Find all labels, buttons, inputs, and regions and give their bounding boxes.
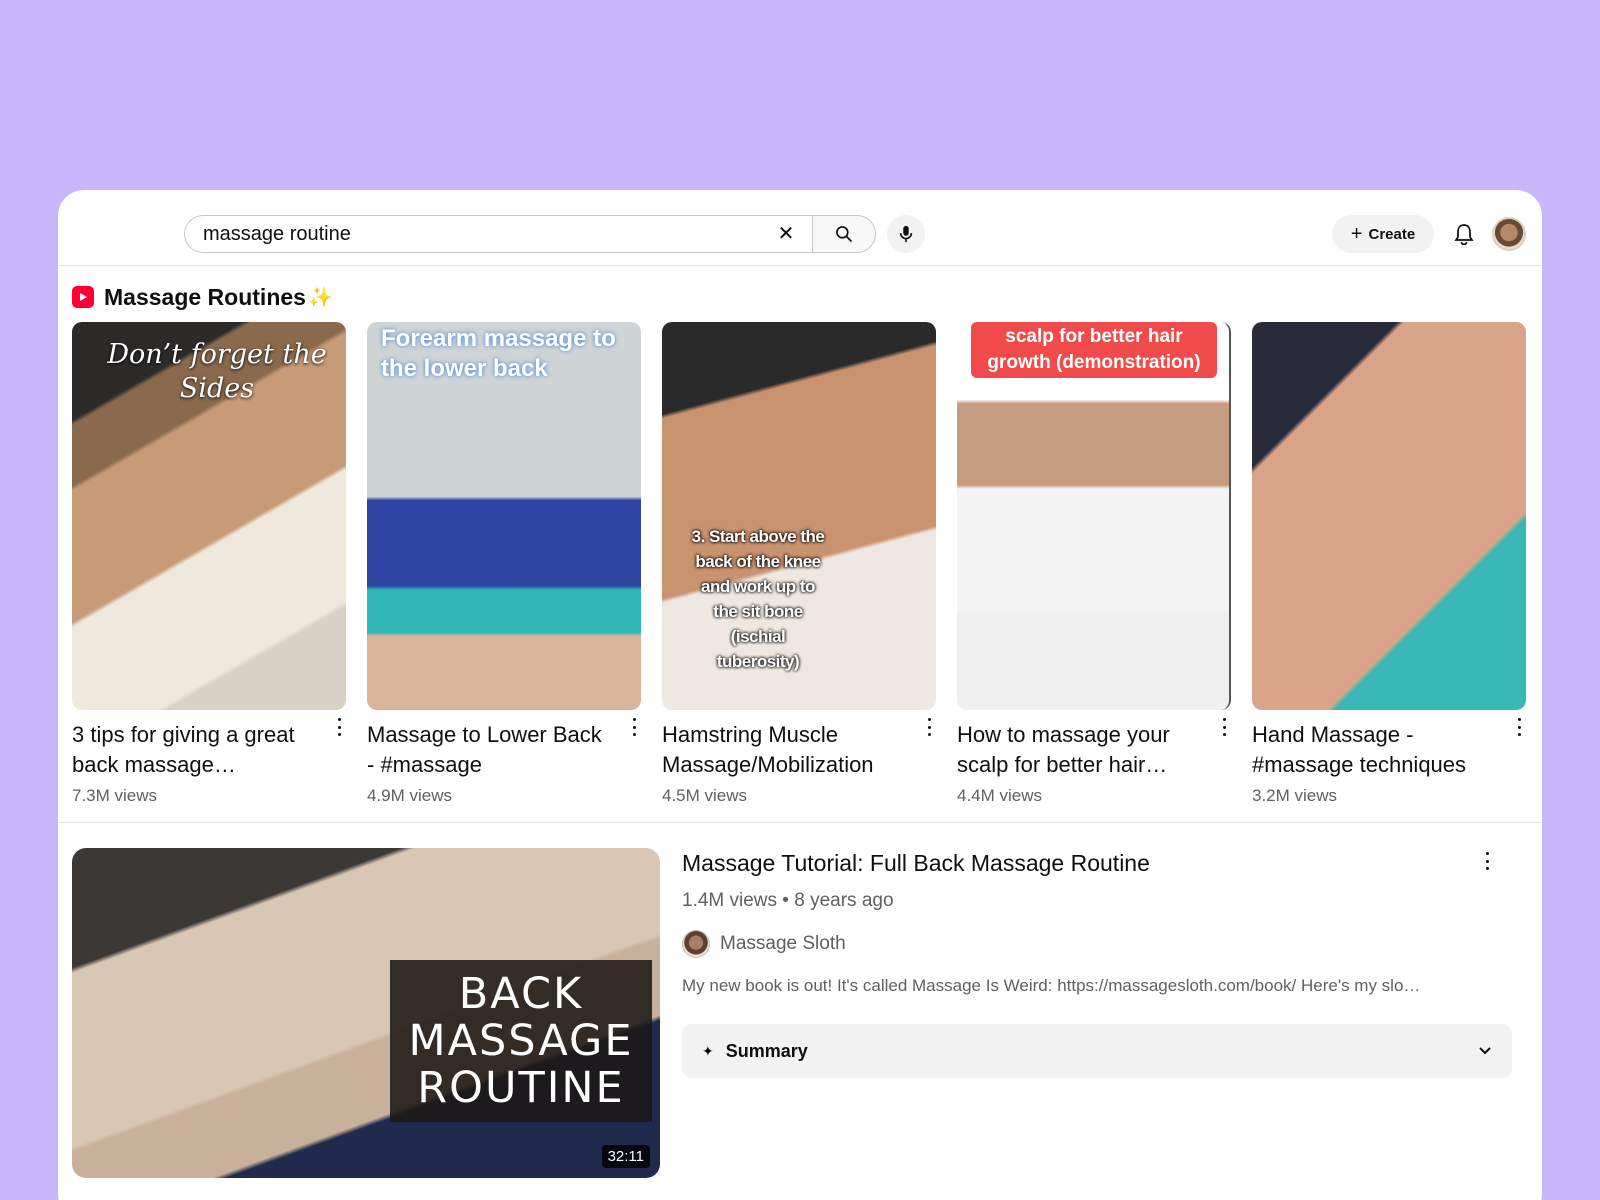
- thumbnail-overlay-text: 3. Start above the back of the knee and …: [691, 527, 825, 671]
- more-options-icon[interactable]: [334, 718, 344, 736]
- search-button[interactable]: [812, 215, 876, 253]
- channel-avatar[interactable]: [682, 930, 710, 958]
- shorts-icon: [72, 286, 94, 308]
- more-options-icon[interactable]: [1219, 718, 1229, 736]
- microphone-icon: [899, 225, 913, 243]
- create-button[interactable]: + Create: [1332, 215, 1434, 253]
- account-avatar[interactable]: [1492, 217, 1526, 251]
- bell-icon: [1454, 224, 1474, 245]
- notifications-button[interactable]: [1448, 218, 1480, 250]
- short-title[interactable]: How to massage your scalp for better hai…: [957, 720, 1203, 780]
- more-options-icon[interactable]: [1482, 852, 1492, 870]
- thumbnail-overlay-text: Forearm massage to the lower back: [381, 325, 616, 382]
- summary-expander[interactable]: ✦ Summary: [682, 1024, 1512, 1078]
- duration-badge: 32:11: [601, 1145, 650, 1168]
- more-options-icon[interactable]: [629, 718, 639, 736]
- short-thumbnail[interactable]: scalp for better hair growth (demonstrat…: [957, 322, 1231, 710]
- chevron-down-icon[interactable]: [1478, 1046, 1492, 1056]
- short-card[interactable]: scalp for better hair growth (demonstrat…: [957, 322, 1231, 806]
- more-options-icon[interactable]: [924, 718, 934, 736]
- short-views: 4.4M views: [957, 786, 1043, 805]
- plus-icon: +: [1350, 223, 1363, 245]
- short-card[interactable]: Forearm massage to the lower back Massag…: [367, 322, 641, 806]
- shelf-header: Massage Routines ✨: [72, 282, 333, 312]
- short-views: 4.9M views: [367, 786, 453, 805]
- thumbnail-title-text: BACK MASSAGE ROUTINE: [390, 960, 652, 1122]
- shelf-title: Massage Routines: [104, 283, 306, 310]
- short-thumbnail[interactable]: [1252, 322, 1526, 710]
- close-icon[interactable]: ✕: [774, 222, 798, 246]
- top-bar: ✕ + Create: [58, 190, 1542, 266]
- search-input[interactable]: [203, 222, 743, 246]
- browser-window: ✕ + Create Mas: [58, 190, 1542, 1200]
- more-options-icon[interactable]: [1514, 718, 1524, 736]
- short-title[interactable]: 3 tips for giving a great back massage…: [72, 720, 318, 780]
- thumbnail-overlay-text: Don’t forget the Sides: [107, 339, 327, 404]
- create-label: Create: [1368, 225, 1416, 243]
- shorts-row: Don’t forget the Sides 3 tips for giving…: [72, 322, 1528, 812]
- section-divider: [58, 822, 1542, 823]
- short-title[interactable]: Hand Massage - #massage techniques: [1252, 720, 1498, 780]
- thumbnail-overlay-text: scalp for better hair growth (demonstrat…: [971, 322, 1217, 378]
- short-title[interactable]: Massage to Lower Back - #massage: [367, 720, 613, 780]
- summary-label: Summary: [725, 1040, 808, 1061]
- channel-name[interactable]: Massage Sloth: [720, 933, 846, 955]
- voice-search-button[interactable]: [887, 215, 925, 253]
- short-title[interactable]: Hamstring Muscle Massage/Mobilization: [662, 720, 908, 780]
- channel-row[interactable]: Massage Sloth: [682, 930, 846, 958]
- search-box[interactable]: ✕: [184, 215, 812, 253]
- video-title[interactable]: Massage Tutorial: Full Back Massage Rout…: [682, 848, 1150, 878]
- short-views: 3.2M views: [1252, 786, 1338, 805]
- short-card[interactable]: Hand Massage - #massage techniques 3.2M …: [1252, 322, 1526, 806]
- short-card[interactable]: 3. Start above the back of the knee and …: [662, 322, 936, 806]
- search-icon: [836, 226, 853, 243]
- short-thumbnail[interactable]: Don’t forget the Sides: [72, 322, 346, 710]
- video-meta: 1.4M views • 8 years ago: [682, 890, 894, 911]
- video-description: My new book is out! It's called Massage …: [682, 976, 1421, 995]
- short-thumbnail[interactable]: 3. Start above the back of the knee and …: [662, 322, 936, 710]
- sparkle-icon: ✨: [307, 286, 333, 309]
- short-thumbnail[interactable]: Forearm massage to the lower back: [367, 322, 641, 710]
- short-views: 4.5M views: [662, 786, 748, 805]
- sparkle-icon: ✦: [702, 1042, 714, 1059]
- short-card[interactable]: Don’t forget the Sides 3 tips for giving…: [72, 322, 346, 806]
- short-views: 7.3M views: [72, 786, 158, 805]
- video-thumbnail[interactable]: BACK MASSAGE ROUTINE 32:11: [72, 848, 660, 1178]
